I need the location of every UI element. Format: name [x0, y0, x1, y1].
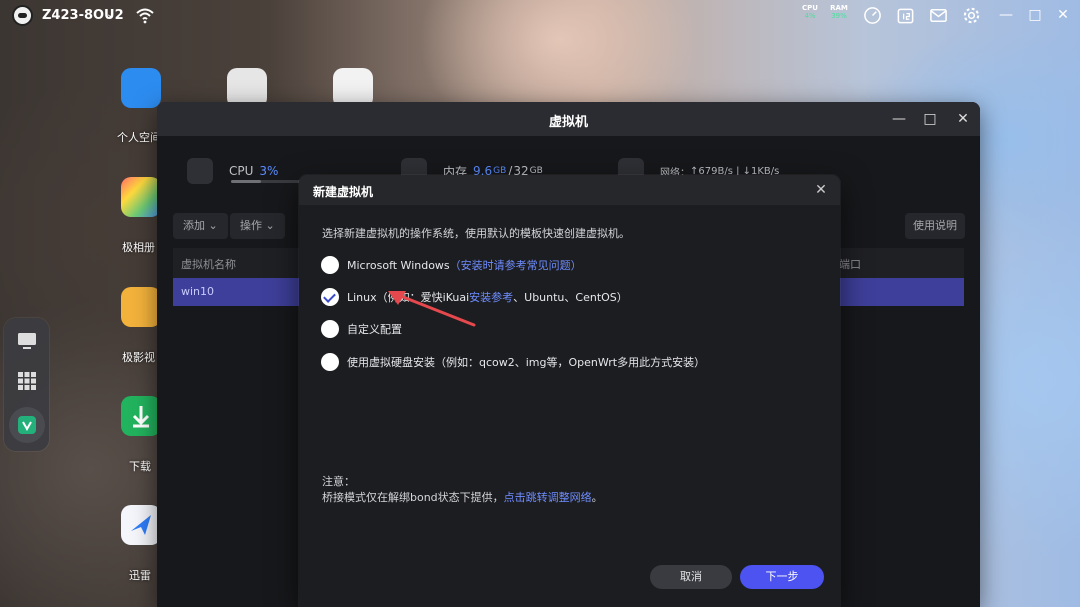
- option-windows[interactable]: Microsoft Windows（安装时请参考常见问题）: [321, 255, 582, 275]
- wifi-icon[interactable]: [135, 6, 155, 24]
- cpu-usage-fill: [231, 180, 261, 183]
- maximize-icon[interactable]: □: [921, 110, 939, 128]
- desktop-label-personal-space: 个人空间: [117, 131, 161, 144]
- close-icon[interactable]: ✕: [812, 181, 830, 199]
- new-vm-dialog: 新建虚拟机 ✕ 选择新建虚拟机的操作系统，使用默认的模板快速创建虚拟机。 Mic…: [299, 175, 840, 607]
- close-icon[interactable]: ✕: [1054, 6, 1072, 24]
- minimize-icon[interactable]: —: [890, 110, 908, 128]
- help-button[interactable]: 使用说明: [905, 213, 965, 239]
- option-virtual-disk[interactable]: 使用虚拟硬盘安装（例如：qcow2、img等，OpenWrt多用此方式安装）: [321, 352, 705, 372]
- download-arrow-icon: [132, 406, 150, 428]
- desktop-label-download: 下载: [129, 460, 151, 473]
- desktop-label-photos: 极相册: [122, 241, 155, 254]
- desktop-label-xunlei: 迅雷: [129, 569, 151, 582]
- cpu-chip-icon: [187, 158, 213, 184]
- video-app-icon[interactable]: [121, 287, 161, 327]
- column-header-name: 虚拟机名称: [181, 258, 236, 271]
- download-app-icon[interactable]: [121, 396, 161, 436]
- annotation-arrow-icon: [388, 291, 476, 327]
- adjust-network-link[interactable]: 点击跳转调整网络: [504, 491, 592, 504]
- close-icon[interactable]: ✕: [954, 110, 972, 128]
- active-app-indicator[interactable]: [9, 407, 45, 443]
- cpu-meter[interactable]: CPU 4%: [798, 4, 822, 20]
- minimize-icon[interactable]: —: [997, 6, 1015, 24]
- radio-windows[interactable]: [321, 256, 339, 274]
- desktop-label-video: 极影视: [122, 351, 155, 364]
- cancel-button[interactable]: 取消: [650, 565, 732, 589]
- vm-titlebar: 虚拟机 — □ ✕: [157, 102, 980, 136]
- chevron-down-icon[interactable]: ⌄: [106, 9, 114, 20]
- note-text: 桥接模式仅在解绑bond状态下提供，点击跳转调整网络。: [322, 491, 603, 504]
- vm-window-title: 虚拟机: [548, 115, 588, 130]
- speedometer-icon[interactable]: [863, 6, 882, 25]
- app-grid-icon[interactable]: [16, 370, 38, 392]
- maximize-icon[interactable]: □: [1026, 6, 1044, 24]
- dialog-description: 选择新建虚拟机的操作系统，使用默认的模板快速创建虚拟机。: [322, 227, 630, 240]
- radio-linux-checked[interactable]: [321, 288, 339, 306]
- vm-row-name: win10: [181, 285, 215, 298]
- monitor-icon[interactable]: [16, 330, 38, 352]
- top-bar: Z423-8OU2 ⌄ CPU 4% RAM 39% — □ ✕: [0, 0, 1080, 32]
- photos-app-icon[interactable]: [121, 177, 161, 217]
- next-step-button[interactable]: 下一步: [740, 565, 824, 589]
- gear-icon[interactable]: [962, 6, 981, 25]
- bird-icon: [131, 515, 151, 535]
- left-dock: [4, 318, 49, 451]
- radio-virtual-disk[interactable]: [321, 353, 339, 371]
- column-header-port: 端口: [839, 258, 861, 271]
- ram-meter[interactable]: RAM 39%: [827, 4, 851, 20]
- user-avatar[interactable]: [12, 5, 33, 26]
- personal-space-icon[interactable]: [121, 68, 161, 108]
- add-dropdown-button[interactable]: 添加 ⌄: [173, 213, 228, 239]
- radio-custom[interactable]: [321, 320, 339, 338]
- mail-icon[interactable]: [929, 6, 948, 25]
- vm-app-icon: [18, 416, 36, 434]
- dialog-title: 新建虚拟机: [313, 185, 374, 199]
- calendar-icon[interactable]: [896, 6, 915, 25]
- note-title: 注意：: [322, 475, 355, 488]
- xunlei-app-icon[interactable]: [121, 505, 161, 545]
- windows-faq-link[interactable]: （安装时请参考常见问题）: [450, 259, 582, 272]
- operations-dropdown-button[interactable]: 操作 ⌄: [230, 213, 285, 239]
- dialog-header: 新建虚拟机 ✕: [299, 175, 840, 205]
